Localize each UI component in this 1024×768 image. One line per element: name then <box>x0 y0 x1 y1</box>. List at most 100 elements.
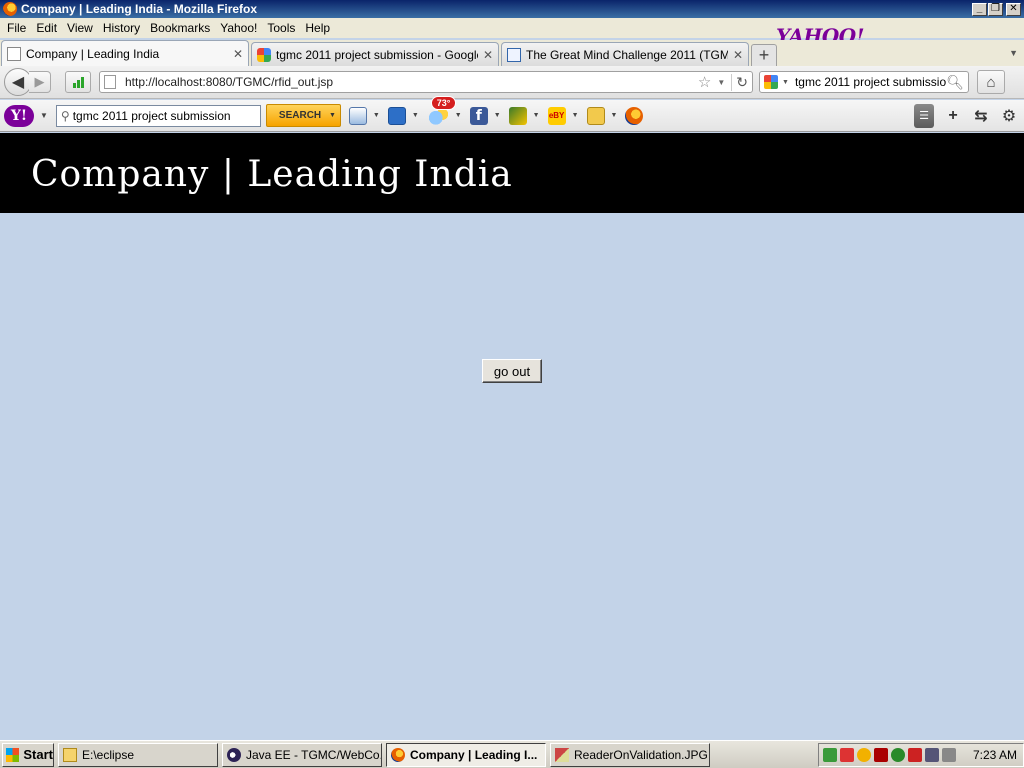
windows-logo-icon <box>6 747 20 762</box>
tab-company-leading-india[interactable]: Company | Leading India ✕ <box>1 40 249 66</box>
tab-label: Company | Leading India <box>26 46 160 61</box>
page-content: Company | Leading India go out <box>0 133 1024 740</box>
yahoo-search-button-label: SEARCH <box>278 110 322 121</box>
url-history-dropdown-icon[interactable]: ▼ <box>717 78 725 87</box>
menu-edit[interactable]: Edit <box>31 21 62 35</box>
tab-close-icon[interactable]: ✕ <box>482 48 494 62</box>
forward-button[interactable]: ▶ <box>29 71 51 93</box>
gear-icon[interactable]: ⚙ <box>1000 106 1018 126</box>
eclipse-icon <box>227 747 241 762</box>
site-header: Company | Leading India <box>0 133 1024 213</box>
green-app-tray-icon[interactable] <box>890 747 905 762</box>
window-controls: _ ❐ ✕ <box>972 2 1021 16</box>
taskbar-item-image[interactable]: ReaderOnValidation.JPG ... <box>550 742 710 767</box>
search-icon[interactable]: 🔍︎ <box>946 74 964 91</box>
gmail-tray-icon[interactable] <box>873 747 888 762</box>
chevron-down-icon[interactable]: ▼ <box>373 112 380 119</box>
taskbar-item-eclipse-folder[interactable]: E:\eclipse <box>58 742 218 767</box>
firefox-tool[interactable] <box>625 106 644 125</box>
restore-button[interactable]: ❐ <box>988 2 1003 16</box>
search-icon: ⚲ <box>60 108 70 123</box>
close-window-button[interactable]: ✕ <box>1006 2 1021 16</box>
signal-bars-icon[interactable] <box>65 71 91 93</box>
tab-strip: Company | Leading India ✕ tgmc 2011 proj… <box>0 40 1024 66</box>
yahoo-search-text[interactable]: tgmc 2011 project submission <box>73 109 231 123</box>
add-icon[interactable]: + <box>944 107 962 125</box>
menu-bookmarks[interactable]: Bookmarks <box>145 21 215 35</box>
menu-help[interactable]: Help <box>300 21 335 35</box>
google-engine-icon[interactable] <box>764 75 778 89</box>
engine-dropdown-icon[interactable]: ▼ <box>782 79 789 86</box>
mail-icon <box>387 106 406 125</box>
reload-icon[interactable]: ↻ <box>731 73 748 91</box>
start-label: Start <box>23 747 53 762</box>
tab-tgmc-2011[interactable]: The Great Mind Challenge 2011 (TGMC 2...… <box>501 42 749 66</box>
bookmarks-icon <box>348 106 367 125</box>
back-forward-group: ◀ ▶ <box>4 68 51 96</box>
back-button[interactable]: ◀ <box>4 68 32 96</box>
yahoo-bookmarks-tool[interactable]: ▼ <box>348 106 380 125</box>
taskbar-item-label: E:\eclipse <box>82 747 135 762</box>
minimize-button[interactable]: _ <box>972 2 987 16</box>
notepad-tool[interactable]: ▼ <box>508 106 540 125</box>
taskbar: Start E:\eclipse Java EE - TGMC/WebCo...… <box>0 740 1024 768</box>
facebook-tool[interactable]: f ▼ <box>469 106 501 125</box>
norton-tray-icon[interactable] <box>856 747 871 762</box>
shopping-tool[interactable]: ▼ <box>586 106 618 125</box>
image-icon <box>555 747 569 762</box>
firefox-icon <box>391 747 405 762</box>
chevron-down-icon[interactable]: ▼ <box>572 112 579 119</box>
start-button[interactable]: Start <box>2 742 54 767</box>
shopping-bag-icon <box>586 106 605 125</box>
new-tab-button[interactable]: + <box>751 44 777 66</box>
chevron-down-icon[interactable]: ▼ <box>611 112 618 119</box>
chevron-down-icon[interactable]: ▼ <box>412 112 419 119</box>
ebay-icon: eBY <box>547 106 566 125</box>
ebay-tool[interactable]: eBY ▼ <box>547 106 579 125</box>
menu-view[interactable]: View <box>62 21 98 35</box>
chevron-down-icon[interactable]: ▼ <box>494 112 501 119</box>
yahoo-y-icon[interactable]: Y! <box>4 104 34 127</box>
yahoo-search-input[interactable]: ⚲ tgmc 2011 project submission <box>55 104 261 127</box>
tab-close-icon[interactable]: ✕ <box>732 48 744 62</box>
list-icon[interactable]: ☰ <box>914 103 934 128</box>
chevron-down-icon[interactable]: ▼ <box>455 112 462 119</box>
address-bar[interactable]: http://localhost:8080/TGMC/rfid_out.jsp … <box>99 71 753 93</box>
menu-file[interactable]: File <box>2 21 31 35</box>
home-button[interactable]: ⌂ <box>977 70 1005 94</box>
go-out-button[interactable]: go out <box>482 359 542 383</box>
taskbar-clock: 7:23 AM <box>972 747 1017 762</box>
pencil-icon <box>508 106 527 125</box>
acrobat-tray-icon[interactable] <box>839 747 854 762</box>
yahoo-menu-dropdown-icon[interactable]: ▼ <box>40 111 48 120</box>
taskbar-item-java-ee[interactable]: Java EE - TGMC/WebCo... <box>222 742 382 767</box>
menu-yahoo[interactable]: Yahoo! <box>215 21 262 35</box>
taskbar-item-label: Java EE - TGMC/WebCo... <box>246 747 382 762</box>
chevron-down-icon[interactable]: ▼ <box>533 112 540 119</box>
taskbar-item-firefox[interactable]: Company | Leading I... <box>386 742 546 767</box>
yahoo-weather-tool[interactable]: 73° ▼ <box>426 95 462 125</box>
tab-label: tgmc 2011 project submission - Google S.… <box>276 47 478 62</box>
system-tray: 7:23 AM <box>817 742 1024 767</box>
yahoo-search-button[interactable]: SEARCH ▼ <box>265 104 341 127</box>
firefox-logo-icon <box>3 2 17 16</box>
connection-tray-icon[interactable] <box>924 747 939 762</box>
swap-arrows-icon[interactable]: ⇆ <box>972 106 990 126</box>
yahoo-mail-tool[interactable]: ▼ <box>387 106 419 125</box>
firefox-icon <box>625 106 644 125</box>
display-tray-icon[interactable] <box>941 747 956 762</box>
url-text[interactable]: http://localhost:8080/TGMC/rfid_out.jsp <box>125 75 698 89</box>
network-tray-icon[interactable] <box>822 747 837 762</box>
tab-close-icon[interactable]: ✕ <box>232 47 244 61</box>
tab-list-dropdown-icon[interactable]: ▼ <box>1009 48 1018 58</box>
menu-history[interactable]: History <box>98 21 145 35</box>
carrier-tray-icon[interactable] <box>907 747 922 762</box>
facebook-icon: f <box>469 106 488 125</box>
menu-tools[interactable]: Tools <box>262 21 300 35</box>
tab-google-search[interactable]: tgmc 2011 project submission - Google S.… <box>251 42 499 66</box>
chevron-down-icon[interactable]: ▼ <box>329 112 336 119</box>
bookmark-star-icon[interactable]: ☆ <box>698 73 711 91</box>
browser-search-text[interactable]: tgmc 2011 project submission <box>795 75 946 89</box>
folder-icon <box>63 747 77 762</box>
browser-search-box[interactable]: ▼ tgmc 2011 project submission 🔍︎ <box>759 71 969 93</box>
